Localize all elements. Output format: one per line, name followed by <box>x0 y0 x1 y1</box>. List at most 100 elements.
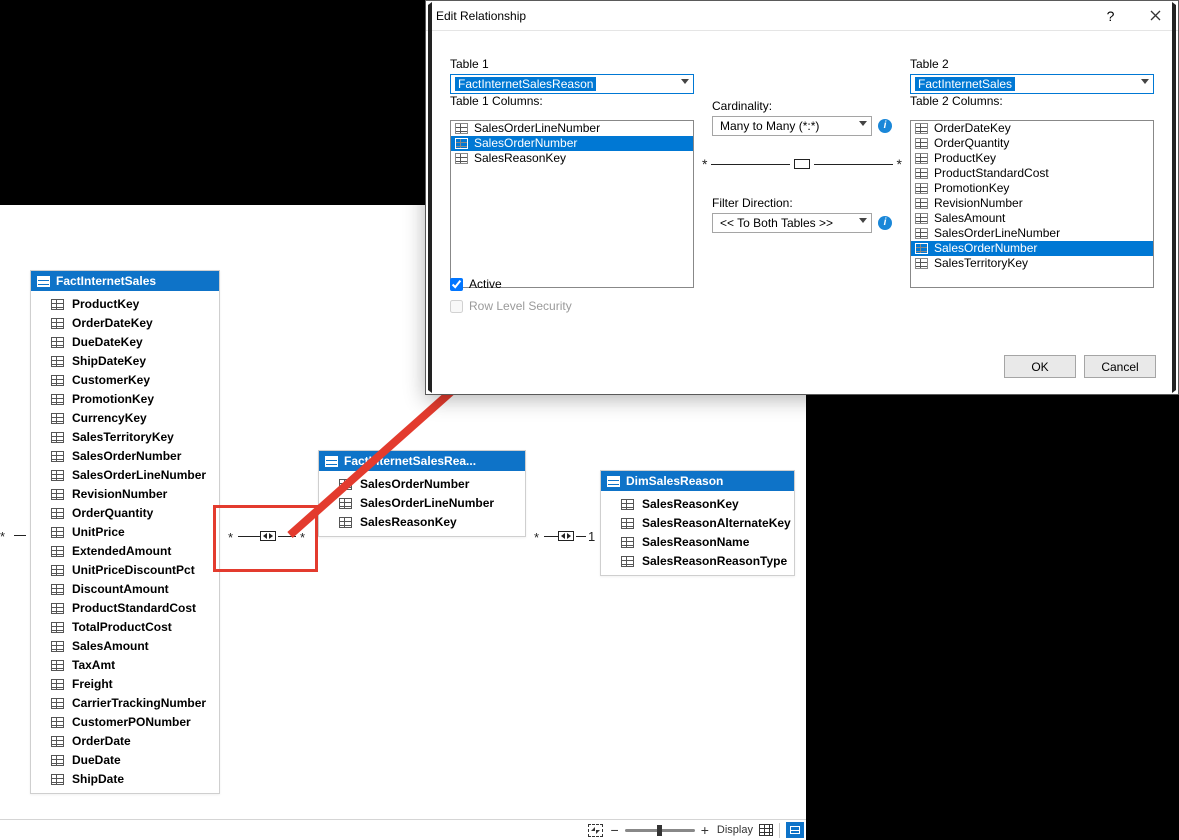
entity-column[interactable]: SalesReasonName <box>601 533 794 552</box>
entity-column[interactable]: CarrierTrackingNumber <box>31 694 219 713</box>
filter-direction-combo[interactable]: << To Both Tables >> <box>712 213 872 233</box>
column-list-item[interactable]: ProductStandardCost <box>911 166 1153 181</box>
table1-columns-list[interactable]: SalesOrderLineNumberSalesOrderNumberSale… <box>450 120 694 288</box>
grid-view-icon[interactable] <box>759 824 773 836</box>
column-list-item[interactable]: SalesAmount <box>911 211 1153 226</box>
info-icon[interactable]: i <box>878 119 892 133</box>
info-icon[interactable]: i <box>878 216 892 230</box>
entity-column[interactable]: PromotionKey <box>31 390 219 409</box>
entity-column[interactable]: SalesOrderLineNumber <box>31 466 219 485</box>
entity-column[interactable]: CustomerPONumber <box>31 713 219 732</box>
entity-column[interactable]: SalesReasonReasonType <box>601 552 794 571</box>
diagram-view-icon[interactable] <box>786 822 804 838</box>
help-button[interactable]: ? <box>1088 1 1133 31</box>
entity-factinternetsalesreason[interactable]: FactInternetSalesRea... SalesOrderNumber… <box>318 450 526 537</box>
column-list-item[interactable]: SalesOrderNumber <box>451 136 693 151</box>
zoom-slider[interactable]: − + <box>609 823 711 837</box>
dialog-titlebar[interactable]: Edit Relationship ? <box>426 1 1178 31</box>
entity-column[interactable]: RevisionNumber <box>31 485 219 504</box>
entity-column[interactable]: SalesOrderNumber <box>31 447 219 466</box>
zoom-track[interactable] <box>625 829 695 832</box>
zoom-in-button[interactable]: + <box>699 823 711 837</box>
rls-checkbox[interactable]: Row Level Security <box>450 299 572 313</box>
entity-column[interactable]: ExtendedAmount <box>31 542 219 561</box>
rls-checkbox-input[interactable] <box>450 300 463 313</box>
entity-column[interactable]: OrderDateKey <box>31 314 219 333</box>
column-icon <box>51 413 64 424</box>
relationship-filter-icon[interactable] <box>558 531 574 541</box>
table2-columns-list[interactable]: OrderDateKeyOrderQuantityProductKeyProdu… <box>910 120 1154 288</box>
column-list-item[interactable]: ProductKey <box>911 151 1153 166</box>
entity-column[interactable]: DueDateKey <box>31 333 219 352</box>
table1-columns-label: Table 1 Columns: <box>450 94 694 108</box>
column-name: SalesTerritoryKey <box>934 256 1028 271</box>
table2-columns-label: Table 2 Columns: <box>910 94 1154 108</box>
column-list-item[interactable]: OrderDateKey <box>911 121 1153 136</box>
entity-column[interactable]: SalesOrderLineNumber <box>319 494 525 513</box>
entity-column[interactable]: SalesTerritoryKey <box>31 428 219 447</box>
entity-column[interactable]: ShipDateKey <box>31 352 219 371</box>
entity-column[interactable]: TaxAmt <box>31 656 219 675</box>
entity-factinternetsales[interactable]: FactInternetSales ProductKeyOrderDateKey… <box>30 270 220 794</box>
entity-column[interactable]: ProductStandardCost <box>31 599 219 618</box>
entity-column[interactable]: Freight <box>31 675 219 694</box>
active-checkbox-input[interactable] <box>450 278 463 291</box>
column-name: SalesOrderLineNumber <box>72 467 206 484</box>
entity-column[interactable]: OrderDate <box>31 732 219 751</box>
entity-column[interactable]: SalesReasonKey <box>319 513 525 532</box>
zoom-thumb[interactable] <box>657 825 662 836</box>
column-list-item[interactable]: SalesTerritoryKey <box>911 256 1153 271</box>
column-list-item[interactable]: SalesOrderNumber <box>911 241 1153 256</box>
entity-column[interactable]: OrderQuantity <box>31 504 219 523</box>
entity-column[interactable]: SalesReasonKey <box>601 495 794 514</box>
active-checkbox[interactable]: Active <box>450 277 572 291</box>
column-name: SalesReasonKey <box>642 496 739 513</box>
entity-dimsalesreason[interactable]: DimSalesReason SalesReasonKeySalesReason… <box>600 470 795 576</box>
relationship-line[interactable] <box>544 536 558 537</box>
entity-column[interactable]: UnitPrice <box>31 523 219 542</box>
entity-body: SalesOrderNumberSalesOrderLineNumberSale… <box>319 471 525 536</box>
column-icon <box>51 717 64 728</box>
column-list-item[interactable]: SalesReasonKey <box>451 151 693 166</box>
relationship-end-marker: 1 <box>588 529 595 544</box>
entity-column[interactable]: TotalProductCost <box>31 618 219 637</box>
entity-header[interactable]: FactInternetSales <box>31 271 219 291</box>
entity-header[interactable]: FactInternetSalesRea... <box>319 451 525 471</box>
column-name: OrderDate <box>72 733 131 750</box>
column-list-item[interactable]: SalesOrderLineNumber <box>451 121 693 136</box>
ok-button[interactable]: OK <box>1004 355 1076 378</box>
entity-column[interactable]: UnitPriceDiscountPct <box>31 561 219 580</box>
column-name: SalesOrderNumber <box>474 136 577 151</box>
entity-column[interactable]: DiscountAmount <box>31 580 219 599</box>
entity-column[interactable]: CustomerKey <box>31 371 219 390</box>
fit-to-screen-icon[interactable] <box>588 824 603 837</box>
relationship-line[interactable] <box>576 536 586 537</box>
entity-column[interactable]: SalesOrderNumber <box>319 475 525 494</box>
column-icon <box>51 679 64 690</box>
column-name: SalesOrderNumber <box>72 448 181 465</box>
column-icon <box>339 517 352 528</box>
column-icon <box>915 258 928 269</box>
column-name: CurrencyKey <box>72 410 147 427</box>
entity-header[interactable]: DimSalesReason <box>601 471 794 491</box>
column-icon <box>51 356 64 367</box>
column-list-item[interactable]: PromotionKey <box>911 181 1153 196</box>
table2-label: Table 2 <box>910 57 1154 71</box>
entity-column[interactable]: SalesReasonAlternateKey <box>601 514 794 533</box>
entity-column[interactable]: ShipDate <box>31 770 219 789</box>
entity-column[interactable]: CurrencyKey <box>31 409 219 428</box>
column-list-item[interactable]: SalesOrderLineNumber <box>911 226 1153 241</box>
cardinality-combo[interactable]: Many to Many (*:*) <box>712 116 872 136</box>
column-list-item[interactable]: RevisionNumber <box>911 196 1153 211</box>
table1-combo[interactable]: FactInternetSalesReason <box>450 74 694 94</box>
column-list-item[interactable]: OrderQuantity <box>911 136 1153 151</box>
relationship-preview: * * <box>702 154 902 174</box>
zoom-out-button[interactable]: − <box>609 823 621 837</box>
cancel-button[interactable]: Cancel <box>1084 355 1156 378</box>
entity-column[interactable]: SalesAmount <box>31 637 219 656</box>
column-name: OrderDateKey <box>72 315 153 332</box>
entity-column[interactable]: ProductKey <box>31 295 219 314</box>
column-icon <box>51 698 64 709</box>
table2-combo[interactable]: FactInternetSales <box>910 74 1154 94</box>
entity-column[interactable]: DueDate <box>31 751 219 770</box>
